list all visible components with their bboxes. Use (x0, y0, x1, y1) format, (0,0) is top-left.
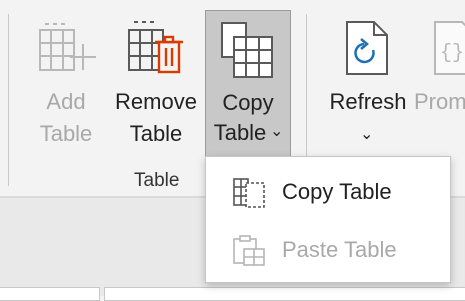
remove-table-label-line2: Table (129, 121, 183, 146)
copy-table-label-line1: Copy (222, 90, 274, 115)
copy-table-icon (233, 178, 265, 208)
menu-item-paste-table-label: Paste Table (282, 237, 397, 262)
promote-label: Prom (414, 89, 465, 114)
copy-table-button[interactable]: Copy Table ⌄ (205, 10, 291, 157)
menu-item-copy-table[interactable]: Copy Table (206, 163, 450, 219)
remove-table-label-line1: Remove (115, 89, 197, 114)
refresh-button[interactable]: Refresh ⌄ (322, 14, 414, 149)
copy-table-dropdown-menu: Copy Table Paste Table (205, 156, 451, 283)
paste-table-icon (233, 235, 265, 266)
promote-button[interactable]: {} Prom (414, 14, 465, 149)
remove-table-button[interactable]: Remove Table (110, 14, 202, 149)
add-table-label-line2: Table (39, 121, 93, 146)
document-refresh-icon (346, 21, 388, 75)
ribbon-left-separator (8, 14, 9, 186)
table-copy-icon (221, 22, 273, 78)
menu-item-copy-table-label: Copy Table (282, 179, 392, 204)
add-table-button[interactable]: Add Table (30, 14, 102, 149)
workspace-field-left (0, 287, 100, 301)
workspace-field-right (104, 287, 465, 301)
refresh-label: Refresh (329, 89, 407, 114)
chevron-down-icon: ⌄ (270, 123, 284, 140)
document-code-icon: {} (434, 21, 465, 75)
table-add-icon (39, 23, 96, 71)
menu-item-paste-table[interactable]: Paste Table (206, 221, 450, 277)
add-table-label-line1: Add (46, 89, 86, 114)
refresh-chevron-down-icon: ⌄ (360, 126, 374, 143)
group-label-table: Table (134, 170, 180, 191)
table-delete-icon (128, 21, 183, 74)
svg-text:{}: {} (440, 42, 464, 65)
